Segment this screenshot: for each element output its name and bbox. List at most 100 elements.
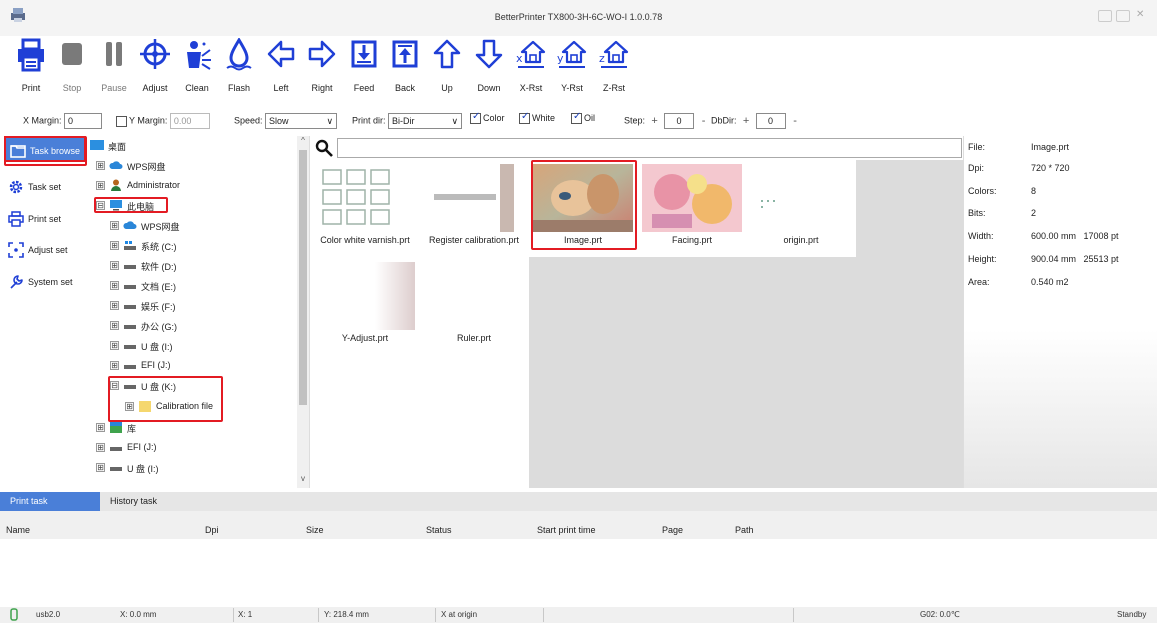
file-thumb[interactable]: Y-Adjust.prt bbox=[311, 258, 419, 352]
expand-toggle[interactable]: ⊞ bbox=[96, 423, 105, 432]
file-thumb[interactable]: Register calibration.prt bbox=[420, 160, 528, 254]
nav-system-set[interactable]: System set bbox=[4, 269, 86, 295]
flash-button[interactable]: Flash bbox=[219, 36, 259, 98]
expand-toggle[interactable]: ⊞ bbox=[110, 221, 119, 230]
close-icon[interactable]: ✕ bbox=[1136, 9, 1144, 20]
col-name[interactable]: Name bbox=[6, 525, 30, 535]
dbdir-plus-button[interactable]: + bbox=[739, 115, 753, 127]
back-button[interactable]: Back bbox=[385, 36, 425, 98]
file-thumb[interactable]: Color white varnish.prt bbox=[311, 160, 419, 254]
y-margin-input[interactable]: 0.00 bbox=[169, 113, 210, 129]
tab-print-task[interactable]: Print task bbox=[0, 492, 100, 511]
task-tabs: Print task History task bbox=[0, 492, 1157, 511]
file-preview-color-white-varnish bbox=[315, 164, 415, 232]
nav-task-set[interactable]: Task set bbox=[4, 174, 86, 200]
z-reset-button[interactable]: z Z-Rst bbox=[594, 36, 634, 98]
tree-label: 娱乐 (F:) bbox=[141, 302, 176, 312]
expand-toggle[interactable]: ⊞ bbox=[96, 443, 105, 452]
info-value: 900.04 mm 25513 pt bbox=[1031, 254, 1119, 264]
z-reset-label: Z-Rst bbox=[603, 83, 625, 93]
expand-toggle[interactable]: ⊞ bbox=[110, 361, 119, 370]
col-path[interactable]: Path bbox=[735, 525, 754, 535]
x-reset-button[interactable]: x X-Rst bbox=[511, 36, 551, 98]
minimize-button[interactable] bbox=[1098, 10, 1112, 22]
grid-empty-area bbox=[529, 257, 963, 488]
expand-toggle[interactable]: ⊞ bbox=[96, 161, 105, 170]
col-size[interactable]: Size bbox=[306, 525, 324, 535]
collapse-toggle[interactable]: ⊟ bbox=[96, 201, 105, 210]
file-preview-ruler bbox=[424, 262, 524, 330]
expand-toggle[interactable]: ⊞ bbox=[110, 301, 119, 310]
dbdir-input[interactable]: 0 bbox=[755, 113, 786, 129]
speed-select[interactable]: Slow ∨ bbox=[265, 113, 338, 129]
x-reset-icon: x bbox=[516, 40, 546, 68]
step-input[interactable]: 0 bbox=[664, 113, 695, 129]
expand-toggle[interactable]: ⊞ bbox=[110, 241, 119, 250]
step-label: Step: bbox=[624, 115, 646, 126]
nav-system-set-label: System set bbox=[28, 277, 73, 287]
nav-print-set[interactable]: Print set bbox=[4, 206, 86, 232]
white-label: White bbox=[532, 113, 556, 123]
expand-toggle[interactable]: ⊞ bbox=[110, 261, 119, 270]
right-button[interactable]: Right bbox=[302, 36, 342, 98]
settings-bar: X Margin: 0 Y Margin: 0.00 Speed: Slow ∨ … bbox=[0, 110, 1157, 132]
white-checkbox[interactable] bbox=[519, 111, 530, 125]
col-dpi[interactable]: Dpi bbox=[205, 525, 219, 535]
y-margin-checkbox[interactable] bbox=[116, 115, 127, 127]
svg-text:z: z bbox=[599, 52, 605, 65]
file-thumb-selected[interactable]: Image.prt bbox=[529, 160, 637, 254]
tab-history-task[interactable]: History task bbox=[100, 492, 167, 511]
nav-adjust-set[interactable]: Adjust set bbox=[4, 237, 86, 263]
stop-button[interactable]: Stop bbox=[52, 36, 92, 98]
search-icon[interactable] bbox=[315, 139, 333, 157]
scroll-up-icon[interactable]: ^ bbox=[297, 136, 309, 145]
adjust-button[interactable]: Adjust bbox=[135, 36, 175, 98]
window-title: BetterPrinter TX800-3H-6C-WO-I 1.0.0.78 bbox=[494, 12, 663, 22]
x-origin-status: X at origin bbox=[441, 610, 478, 619]
color-checkbox[interactable] bbox=[470, 111, 481, 125]
oil-checkbox[interactable] bbox=[571, 111, 582, 125]
search-input[interactable] bbox=[337, 138, 962, 158]
speed-label: Speed: bbox=[234, 115, 263, 126]
chevron-down-icon: ∨ bbox=[451, 116, 459, 126]
pause-button[interactable]: Pause bbox=[94, 36, 134, 98]
expand-toggle[interactable]: ⊞ bbox=[125, 402, 134, 411]
expand-toggle[interactable]: ⊞ bbox=[96, 181, 105, 190]
file-preview-y-adjust bbox=[315, 262, 415, 330]
clean-button[interactable]: Clean bbox=[177, 36, 217, 98]
step-minus-button[interactable]: - bbox=[697, 115, 711, 127]
file-thumb[interactable]: origin.prt bbox=[747, 160, 855, 254]
nav-adjust-set-label: Adjust set bbox=[28, 245, 68, 255]
down-button[interactable]: Down bbox=[469, 36, 509, 98]
file-thumb[interactable]: Ruler.prt bbox=[420, 258, 528, 352]
print-dir-select[interactable]: Bi-Dir ∨ bbox=[388, 113, 463, 129]
col-start-print-time[interactable]: Start print time bbox=[537, 525, 596, 535]
tree-scrollbar[interactable]: ^ v bbox=[297, 136, 309, 488]
tree-label: 软件 (D:) bbox=[141, 262, 177, 272]
maximize-button[interactable] bbox=[1116, 10, 1130, 22]
expand-toggle[interactable]: ⊞ bbox=[110, 281, 119, 290]
task-list[interactable] bbox=[0, 539, 1157, 607]
tree-label: WPS网盘 bbox=[127, 162, 166, 172]
collapse-toggle[interactable]: ⊟ bbox=[110, 381, 119, 390]
tree-scroll-thumb[interactable] bbox=[299, 150, 307, 405]
expand-toggle[interactable]: ⊞ bbox=[96, 463, 105, 472]
dbdir-minus-button[interactable]: - bbox=[788, 115, 802, 127]
file-thumb[interactable]: Facing.prt bbox=[638, 160, 746, 254]
col-page[interactable]: Page bbox=[662, 525, 683, 535]
y-reset-button[interactable]: y Y-Rst bbox=[552, 36, 592, 98]
up-button[interactable]: Up bbox=[427, 36, 467, 98]
scroll-down-icon[interactable]: v bbox=[297, 474, 309, 483]
expand-toggle[interactable]: ⊞ bbox=[110, 321, 119, 330]
feed-button[interactable]: Feed bbox=[344, 36, 384, 98]
left-button[interactable]: Left bbox=[261, 36, 301, 98]
print-button[interactable]: Print bbox=[11, 36, 51, 98]
main-toolbar: Print Stop Pause Adjust Clean Flash Left… bbox=[0, 36, 1157, 98]
step-plus-button[interactable]: + bbox=[648, 115, 662, 127]
chevron-down-icon: ∨ bbox=[326, 116, 334, 126]
usb-status: usb2.0 bbox=[36, 610, 61, 619]
nav-task-browse[interactable]: Task browse bbox=[4, 136, 86, 162]
expand-toggle[interactable]: ⊞ bbox=[110, 341, 119, 350]
col-status[interactable]: Status bbox=[426, 525, 452, 535]
x-margin-input[interactable]: 0 bbox=[64, 113, 103, 129]
